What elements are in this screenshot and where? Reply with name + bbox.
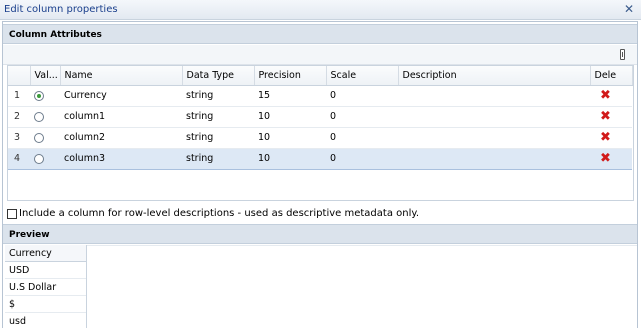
column-grid: Val... Name Data Type Precision Scale De…	[7, 65, 634, 201]
preview-title: Preview	[9, 230, 50, 240]
preview-header: Preview	[3, 224, 637, 244]
table-row[interactable]: 1 Currency string 15 0 ✖	[8, 85, 632, 107]
preview-cell: U.S Dollar	[5, 279, 86, 296]
table-row-selected[interactable]: 4 column3 string 10 0 ✖	[8, 147, 632, 170]
more-icon[interactable]	[620, 49, 625, 60]
row-number: 4	[8, 147, 30, 170]
section-title: Column Attributes	[9, 30, 102, 40]
preview-column-header: Currency	[5, 245, 86, 262]
scale-cell[interactable]: 0	[326, 147, 398, 170]
row-number: 3	[8, 127, 30, 149]
table-row[interactable]: 3 column2 string 10 0 ✖	[8, 127, 632, 149]
description-cell[interactable]	[398, 85, 590, 107]
description-cell[interactable]	[398, 106, 590, 128]
column-table: Val... Name Data Type Precision Scale De…	[8, 66, 633, 170]
col-header-datatype[interactable]: Data Type	[182, 66, 255, 86]
precision-cell[interactable]: 15	[254, 85, 326, 107]
row-description-label: Include a column for row-level descripti…	[19, 208, 420, 219]
scale-cell[interactable]: 0	[326, 85, 398, 107]
preview-cell: $	[5, 296, 86, 313]
col-header-delete[interactable]: Dele	[590, 66, 633, 86]
preview-empty-area	[87, 245, 637, 328]
table-row[interactable]: 2 column1 string 10 0 ✖	[8, 106, 632, 128]
delete-icon[interactable]: ✖	[600, 131, 611, 144]
valid-cell[interactable]	[30, 106, 60, 128]
col-header-description[interactable]: Description	[398, 66, 591, 86]
delete-icon[interactable]: ✖	[600, 110, 611, 123]
valid-radio[interactable]	[34, 132, 44, 143]
preview-cell: usd	[5, 313, 86, 328]
grid-header-row: Val... Name Data Type Precision Scale De…	[8, 66, 633, 86]
valid-radio[interactable]	[34, 153, 44, 164]
valid-radio[interactable]	[34, 111, 44, 122]
datatype-cell[interactable]: string	[182, 85, 254, 107]
delete-cell[interactable]: ✖	[590, 85, 632, 107]
scale-cell[interactable]: 0	[326, 106, 398, 128]
precision-cell[interactable]: 10	[254, 106, 326, 128]
delete-icon[interactable]: ✖	[600, 152, 611, 165]
name-cell[interactable]: column1	[60, 106, 182, 128]
preview-column: Currency USD U.S Dollar $ usd	[5, 245, 87, 328]
dialog-titlebar: Edit column properties ✕	[0, 0, 641, 20]
col-header-rownum	[8, 66, 31, 86]
name-cell[interactable]: column3	[60, 147, 182, 170]
row-number: 1	[8, 85, 30, 107]
col-header-valid[interactable]: Val...	[30, 66, 61, 86]
col-header-name[interactable]: Name	[60, 66, 183, 86]
precision-cell[interactable]: 10	[254, 127, 326, 149]
scale-cell[interactable]: 0	[326, 127, 398, 149]
column-attributes-header: Column Attributes	[3, 24, 637, 44]
row-description-checkbox[interactable]	[7, 208, 17, 219]
description-cell[interactable]	[398, 147, 590, 170]
row-description-option[interactable]: Include a column for row-level descripti…	[7, 208, 634, 222]
valid-cell[interactable]	[30, 147, 60, 170]
row-number: 2	[8, 106, 30, 128]
precision-cell[interactable]: 10	[254, 147, 326, 170]
valid-radio[interactable]	[34, 90, 44, 101]
datatype-cell[interactable]: string	[182, 106, 254, 128]
close-icon[interactable]: ✕	[623, 3, 635, 15]
preview-cell: USD	[5, 262, 86, 279]
valid-cell[interactable]	[30, 85, 60, 107]
delete-cell[interactable]: ✖	[590, 106, 632, 128]
col-header-precision[interactable]: Precision	[254, 66, 327, 86]
delete-cell[interactable]: ✖	[590, 147, 632, 170]
name-cell[interactable]: Currency	[60, 85, 182, 107]
description-cell[interactable]	[398, 127, 590, 149]
delete-cell[interactable]: ✖	[590, 127, 632, 149]
valid-cell[interactable]	[30, 127, 60, 149]
col-header-scale[interactable]: Scale	[326, 66, 399, 86]
grid-toolbar	[3, 45, 637, 65]
datatype-cell[interactable]: string	[182, 147, 254, 170]
dialog-title: Edit column properties	[4, 4, 118, 15]
name-cell[interactable]: column2	[60, 127, 182, 149]
delete-icon[interactable]: ✖	[600, 89, 611, 102]
datatype-cell[interactable]: string	[182, 127, 254, 149]
dialog-body: Column Attributes Val... Name Data Type …	[2, 21, 638, 328]
